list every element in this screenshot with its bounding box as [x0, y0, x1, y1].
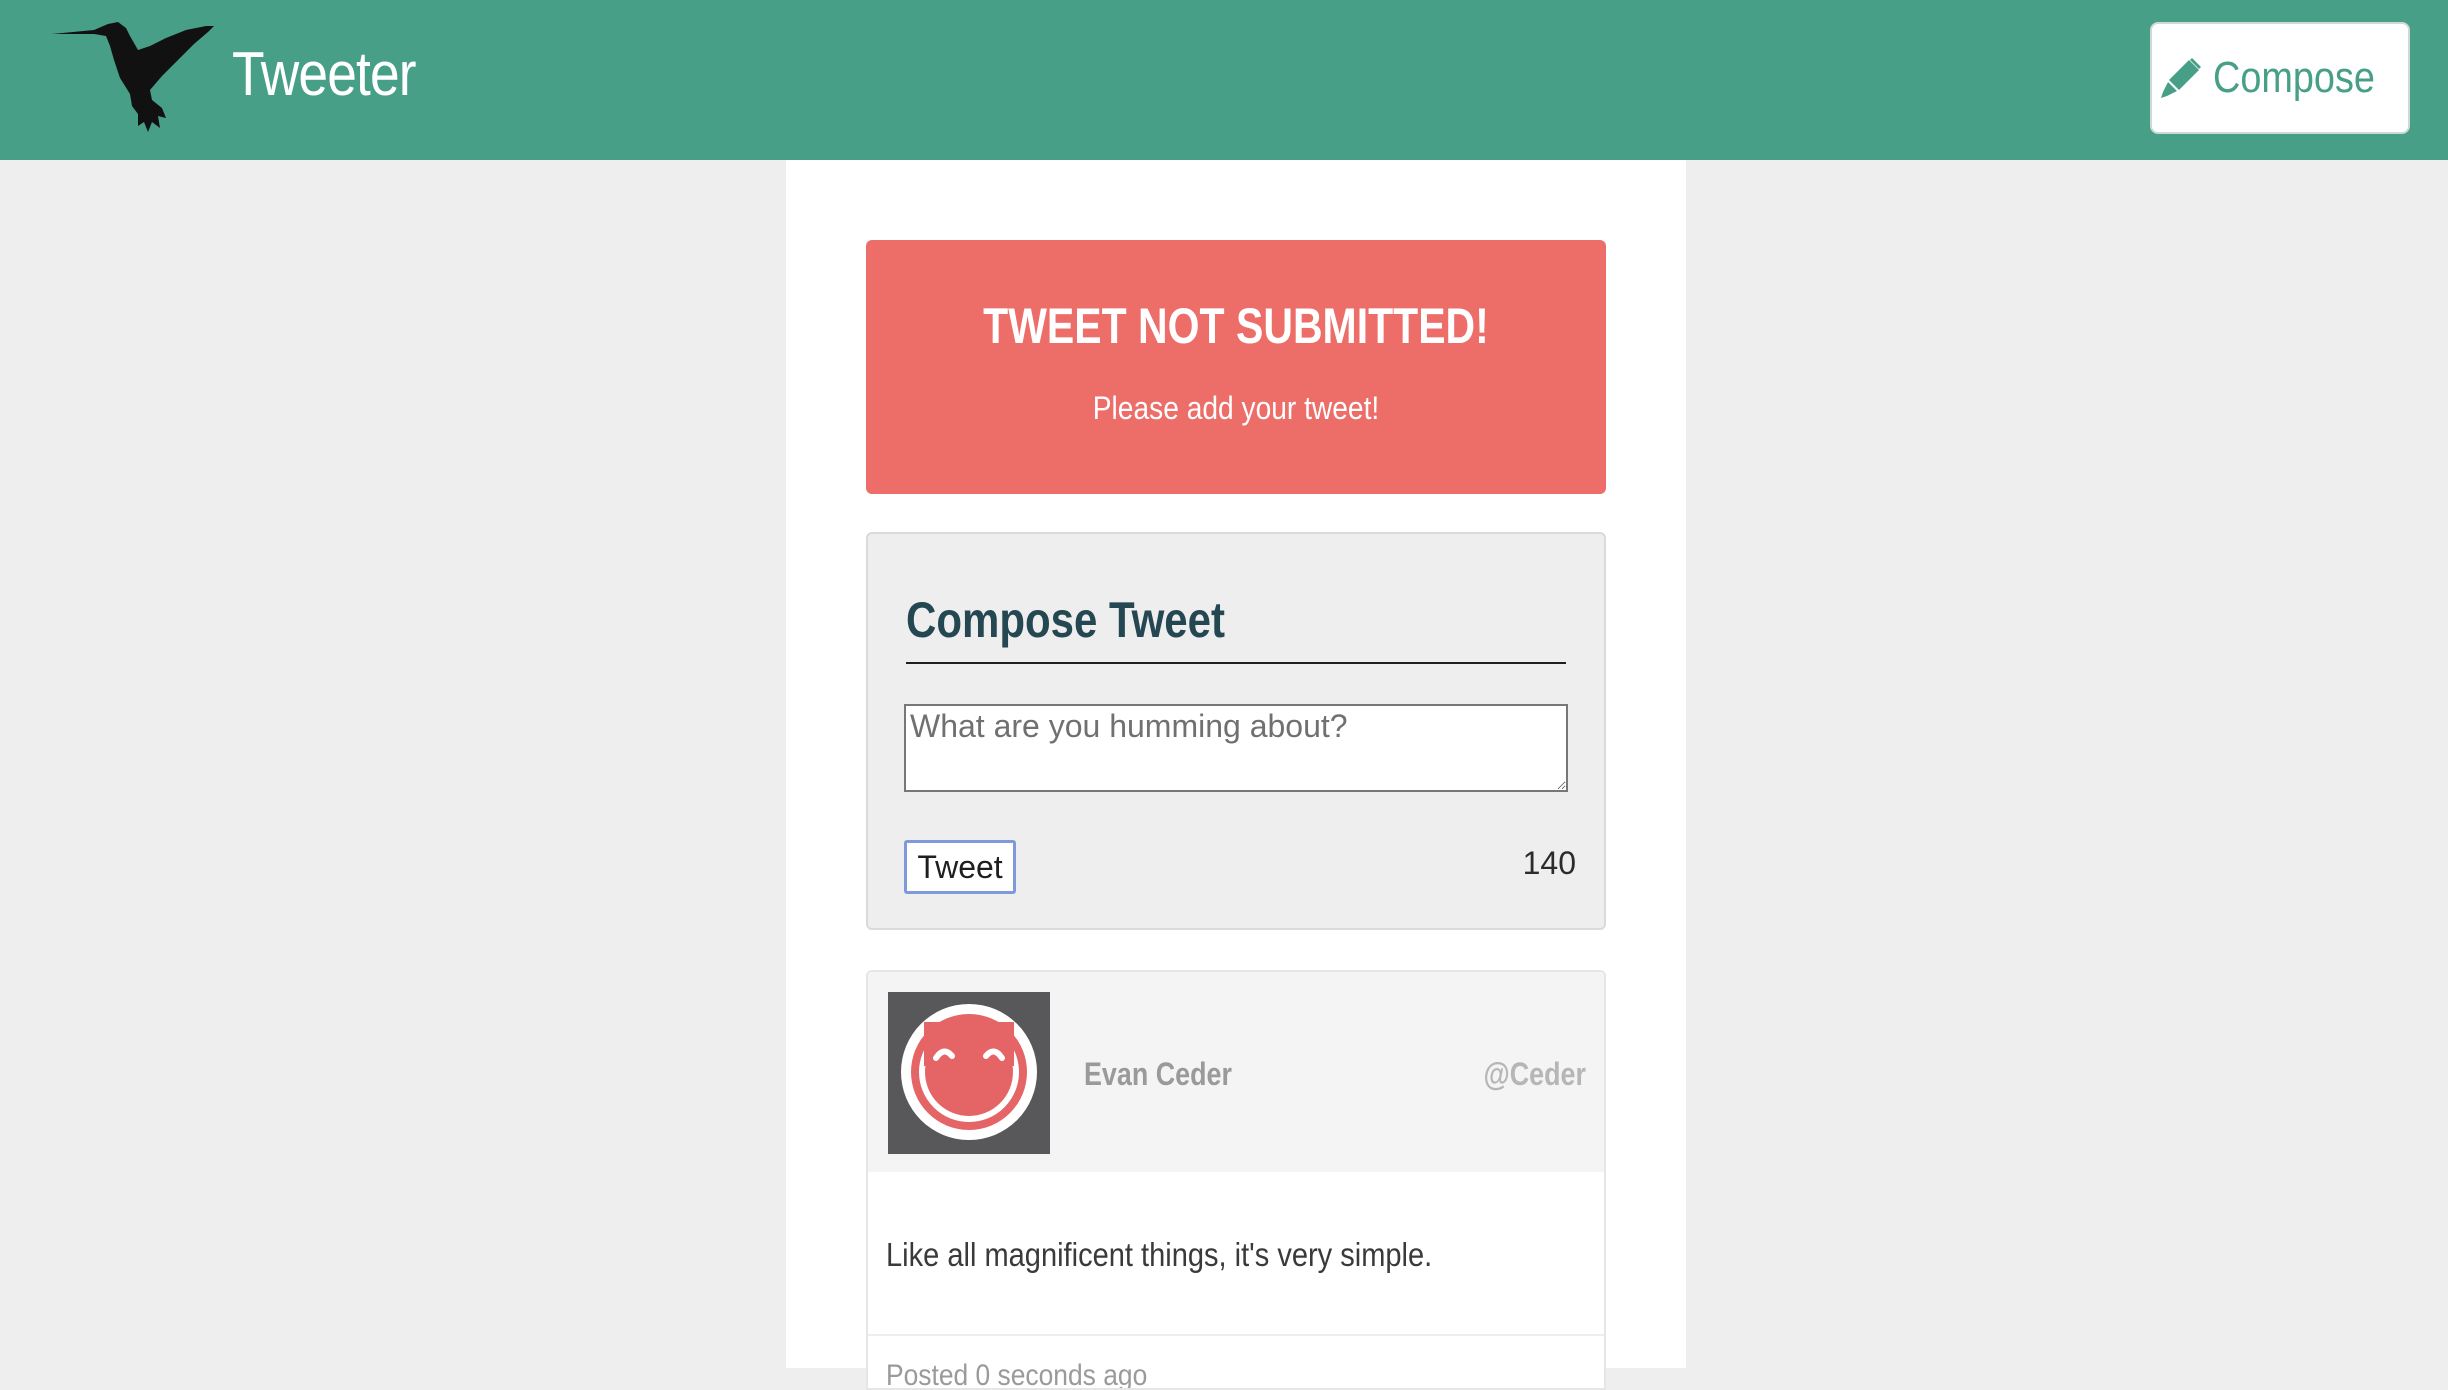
error-alert: TWEET NOT SUBMITTED! Please add your twe…: [866, 240, 1606, 494]
author-name[interactable]: Evan Ceder: [1084, 1054, 1232, 1094]
tweet-submit-button[interactable]: Tweet: [904, 840, 1016, 894]
tweet-divider: [868, 1334, 1604, 1336]
compose-tweet-panel: Compose Tweet Tweet 140: [866, 532, 1606, 930]
smiley-avatar: [888, 992, 1050, 1154]
tweet-timestamp: Posted 0 seconds ago: [886, 1359, 1148, 1390]
title-divider: [906, 662, 1566, 664]
brand-title[interactable]: Tweeter: [232, 38, 417, 112]
alert-title: TWEET NOT SUBMITTED!: [983, 298, 1489, 354]
compose-title: Compose Tweet: [906, 592, 1225, 648]
tweet-card: Evan Ceder @Ceder Like all magnificent t…: [866, 970, 1606, 1390]
tweet-header: Evan Ceder @Ceder: [868, 972, 1604, 1172]
pencil-icon: [2160, 58, 2201, 98]
compose-button[interactable]: Compose: [2150, 22, 2410, 134]
tweet-text-input[interactable]: [904, 704, 1568, 792]
compose-button-label: Compose: [2212, 53, 2375, 102]
main-container: TWEET NOT SUBMITTED! Please add your twe…: [786, 160, 1686, 1390]
top-nav-bar: Tweeter Compose: [0, 0, 2448, 160]
character-counter: 140: [1522, 845, 1576, 881]
author-handle[interactable]: @Ceder: [1484, 1054, 1586, 1094]
alert-message: Please add your tweet!: [1092, 390, 1380, 426]
tweet-text: Like all magnificent things, it's very s…: [886, 1236, 1433, 1273]
hummingbird-icon[interactable]: [50, 16, 216, 134]
